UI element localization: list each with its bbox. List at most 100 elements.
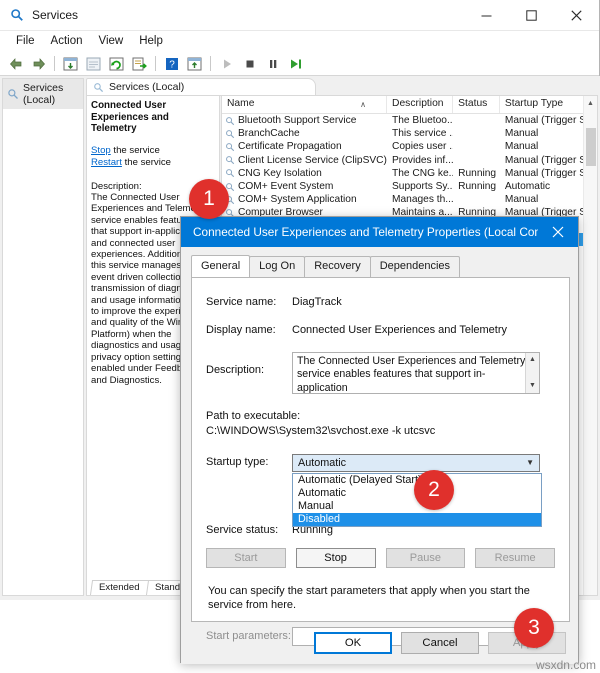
menu-help[interactable]: Help [131,31,171,52]
service-control-buttons: StartStopPauseResume [192,548,569,568]
table-row[interactable]: Bluetooth Support ServiceThe Bluetoo...M… [222,114,597,127]
stop-service-link-row: Stop the service [91,145,213,156]
stop-service-icon[interactable] [239,54,260,74]
dialog-description-field[interactable]: The Connected User Experiences and Telem… [292,352,569,394]
pause-service-button: Pause [386,548,466,568]
cell-description: The CNG ke... [387,168,453,179]
column-header-name-label: Name [227,98,254,109]
column-header-status[interactable]: Status [453,96,500,113]
table-row[interactable]: BranchCacheThis service ...Manual [222,127,597,140]
menubar: File Action View Help [0,31,599,52]
window-titlebar: Services [0,0,599,31]
svg-text:?: ? [169,59,175,70]
menu-file[interactable]: File [8,31,43,52]
stop-service-link[interactable]: Stop [91,145,111,156]
description-scroll-down-icon[interactable]: ▼ [526,379,539,393]
properties-icon[interactable] [83,54,104,74]
restart-service-link[interactable]: Restart [91,157,122,168]
path-to-executable-label: Path to executable: [192,410,569,422]
table-row[interactable]: COM+ System ApplicationManages th...Manu… [222,193,597,206]
start-parameters-help-text: You can specify the start parameters tha… [192,584,569,612]
back-arrow-icon[interactable] [5,54,26,74]
column-header-name[interactable]: Name ∧ [222,96,387,113]
dialog-body: General Log On Recovery Dependencies Ser… [181,247,578,664]
service-properties-dialog: Connected User Experiences and Telemetry… [180,216,579,663]
service-gear-icon [225,155,235,165]
cell-status: Running [453,168,500,179]
description-scrollbar[interactable]: ▲ ▼ [525,353,539,393]
tab-extended-label: Extended [99,582,140,593]
cell-name: BranchCache [222,128,387,139]
tree-item-label: Services (Local) [23,82,81,106]
cancel-button[interactable]: Cancel [401,632,479,654]
list-vertical-scrollbar[interactable]: ▲ [583,96,597,595]
ok-button[interactable]: OK [314,632,392,654]
service-name-value: DiagTrack [292,296,569,308]
cell-name: Certificate Propagation [222,141,387,152]
tab-dependencies[interactable]: Dependencies [370,256,460,277]
services-tab-icon [93,82,104,93]
close-button[interactable] [554,0,599,31]
table-row[interactable]: COM+ Event SystemSupports Sy...RunningAu… [222,180,597,193]
dialog-close-button[interactable] [538,217,578,247]
tab-extended[interactable]: Extended [90,580,148,595]
details-tab-header[interactable]: Services (Local) [86,78,316,95]
maximize-button[interactable] [509,0,554,31]
column-header-description[interactable]: Description [387,96,453,113]
startup-type-combobox[interactable]: Automatic ▼ [292,454,540,472]
tab-log-on[interactable]: Log On [249,256,305,277]
display-name-row: Display name: Connected User Experiences… [192,324,569,336]
service-name-row: Service name: DiagTrack [192,296,569,308]
details-tab-label: Services (Local) [109,81,184,93]
cell-description: Copies user ... [387,141,453,152]
list-header: Name ∧ Description Status Startup Type [222,96,597,114]
scroll-up-arrow-icon[interactable]: ▲ [584,96,597,110]
selected-service-title: Connected User Experiences and Telemetry [91,100,213,135]
cell-name: Bluetooth Support Service [222,115,387,126]
window-controls [464,0,599,31]
dialog-description-label: Description: [192,352,292,394]
pause-service-icon[interactable] [262,54,283,74]
service-gear-icon [225,129,235,139]
annotation-badge-3: 3 [514,608,554,648]
table-row[interactable]: CNG Key IsolationThe CNG ke...RunningMan… [222,167,597,180]
description-scroll-up-icon[interactable]: ▲ [526,353,539,367]
cell-status: Running [453,181,500,192]
forward-arrow-icon[interactable] [28,54,49,74]
description-row: Description: The Connected User Experien… [192,352,569,394]
show-hide-console-tree-icon[interactable] [60,54,81,74]
help-icon[interactable]: ? [161,54,182,74]
description-textbox[interactable]: The Connected User Experiences and Telem… [292,352,540,394]
start-service-icon[interactable] [216,54,237,74]
startup-option[interactable]: Disabled [293,513,541,526]
service-name-text: Client License Service (ClipSVC) [238,155,387,166]
refresh-icon[interactable] [106,54,127,74]
service-name-text: Bluetooth Support Service [238,115,356,126]
cell-description: This service ... [387,128,453,139]
tab-general[interactable]: General [191,255,250,277]
window-title: Services [32,8,464,22]
cell-description: The Bluetoo... [387,115,453,126]
export-list-icon[interactable] [129,54,150,74]
restart-service-icon[interactable] [285,54,306,74]
service-gear-icon [225,116,235,126]
show-hide-action-pane-icon[interactable] [184,54,205,74]
dialog-title: Connected User Experiences and Telemetry… [181,225,538,239]
cell-name: COM+ Event System [222,181,387,192]
stop-service-button[interactable]: Stop [296,548,376,568]
minimize-button[interactable] [464,0,509,31]
tree-item-services-local[interactable]: Services (Local) [3,79,83,109]
cell-name: COM+ System Application [222,194,387,205]
tab-recovery[interactable]: Recovery [304,256,370,277]
cell-description: Provides inf... [387,155,453,166]
table-row[interactable]: Certificate PropagationCopies user ...Ma… [222,140,597,153]
menu-view[interactable]: View [91,31,132,52]
start-service-button: Start [206,548,286,568]
table-row[interactable]: Client License Service (ClipSVC)Provides… [222,154,597,167]
scrollbar-thumb[interactable] [586,128,596,166]
annotation-badge-2: 2 [414,470,454,510]
menu-action[interactable]: Action [43,31,91,52]
cell-description: Supports Sy... [387,181,453,192]
service-gear-icon [225,168,235,178]
toolbar-separator [210,56,211,71]
